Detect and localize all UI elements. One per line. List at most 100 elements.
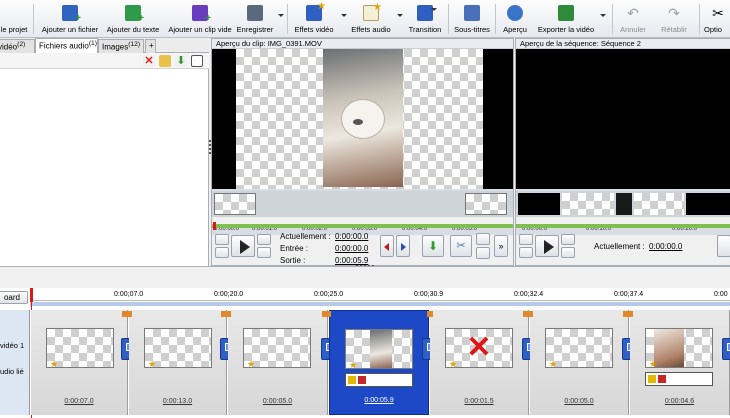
effect-star-icon: ★	[50, 359, 59, 369]
go-end-button[interactable]	[257, 247, 271, 258]
storyboard-button[interactable]: oard	[0, 291, 28, 304]
main-toolbar: le projet + Ajouter un fichier + Ajouter…	[0, 0, 730, 38]
sequence-preview-screen[interactable]	[516, 49, 730, 189]
set-in-point-button[interactable]	[380, 235, 394, 257]
open-folder-icon[interactable]	[159, 55, 171, 67]
list-view-icon[interactable]	[191, 55, 203, 67]
track-headers: vidéo 1 udio lié	[0, 310, 30, 415]
storyboard-label: oard	[3, 293, 20, 302]
add-tab-button[interactable]: +	[145, 39, 156, 53]
audio-effects-dropdown-icon[interactable]	[397, 14, 403, 17]
seq-current-label: Actuellement :	[594, 242, 645, 251]
clip-duration[interactable]: 0:00:05.0	[530, 398, 628, 405]
timeline-clip[interactable]: ★ 0:00:07.0	[31, 310, 128, 415]
clip-filmstrip[interactable]	[212, 191, 513, 217]
options-icon: ✂	[712, 5, 724, 21]
timeline-clip[interactable]: ★ 0:00:04.6	[630, 310, 730, 415]
timeline-ruler-label: 0:00;25.0	[314, 291, 344, 298]
step-back-button[interactable]	[215, 234, 229, 245]
set-out-point-button[interactable]	[396, 235, 410, 257]
seq-step-forward-button[interactable]	[561, 234, 575, 245]
add-to-sequence-button[interactable]: ⬇	[422, 235, 444, 257]
transition-button[interactable]: Transition	[405, 0, 445, 38]
clip-duration[interactable]: 0:00:05.9	[330, 397, 428, 404]
seq-step-back-button[interactable]	[519, 234, 533, 245]
clip-preview-screen[interactable]	[212, 49, 513, 189]
clip-frame-image	[323, 49, 403, 187]
preview-button[interactable]: Aperçu	[498, 0, 532, 38]
options-button[interactable]: ✂ Optio	[704, 0, 730, 38]
download-icon[interactable]: ⬇	[175, 55, 187, 67]
split-button[interactable]: ✂	[450, 235, 472, 257]
timeline-clip-selected[interactable]: ★ 0:00:05.9	[329, 310, 429, 415]
video-effects-icon: ★	[306, 2, 326, 21]
in-point-icon	[384, 243, 389, 251]
delete-icon[interactable]: ✕	[143, 55, 155, 67]
clip-duration[interactable]: 0:00:13.0	[129, 398, 226, 405]
tab-images[interactable]: Images(12)	[98, 39, 144, 53]
record-icon	[247, 5, 263, 21]
in-point-timecode[interactable]: 0:00:00.0	[335, 244, 368, 253]
record-dropdown-icon[interactable]	[278, 14, 284, 17]
export-video-button[interactable]: Exporter la vidéo	[533, 0, 599, 38]
out-point-icon	[401, 243, 406, 251]
timeline-clip[interactable]: ★ 0:00:05.0	[530, 310, 629, 415]
add-blank-clip-button[interactable]: + Ajouter un clip vide	[164, 0, 236, 38]
timeline-clip[interactable]: ✕ ★ 0:00:01.5	[430, 310, 529, 415]
subtitles-button[interactable]: Sous-titres	[451, 0, 493, 38]
audio-effects-button[interactable]: ★ Effets audio	[349, 0, 393, 38]
linked-audio-clip[interactable]	[645, 372, 713, 386]
transition-dropdown-icon[interactable]	[431, 8, 437, 11]
clip-duration[interactable]: 0:00:05.0	[228, 398, 327, 405]
more-controls-button[interactable]: »	[494, 235, 508, 257]
add-text-button[interactable]: + Ajouter du texte	[104, 0, 162, 38]
video-track-label: vidéo 1	[0, 341, 25, 350]
add-blank-clip-icon: +	[192, 5, 211, 24]
seq-go-start-button[interactable]	[519, 247, 533, 258]
tab-video[interactable]: vidéo(2)	[0, 39, 35, 53]
seq-more-button[interactable]	[717, 235, 730, 257]
clip-preview-title: Aperçu du clip: IMG_0391.MOV	[212, 39, 513, 49]
current-label: Actuellement :	[280, 232, 331, 241]
tab-audio-files[interactable]: Fichiers audio(1)	[35, 38, 98, 53]
sequence-filmstrip[interactable]	[516, 191, 730, 217]
seq-go-end-button[interactable]	[561, 247, 575, 258]
splitter-handle[interactable]	[209, 140, 211, 154]
add-file-button[interactable]: + Ajouter un fichier	[37, 0, 103, 38]
audio-mute-icon	[358, 376, 366, 384]
redo-button[interactable]: ↷ Rétablir	[655, 0, 693, 38]
zoom-out-button[interactable]	[476, 247, 490, 259]
timeline-ruler[interactable]: 0:00;07.0 0:00;20.0 0:00;25.0 0:00;30.9 …	[30, 289, 730, 301]
timeline-playhead[interactable]	[30, 288, 33, 302]
play-button[interactable]	[231, 235, 255, 257]
record-button[interactable]: Enregistrer	[235, 0, 275, 38]
video-effects-dropdown-icon[interactable]	[341, 14, 347, 17]
video-effects-button[interactable]: ★ Effets vidéo	[291, 0, 337, 38]
add-text-icon: +	[125, 5, 144, 24]
export-dropdown-icon[interactable]	[600, 14, 606, 17]
linked-audio-clip[interactable]	[345, 373, 413, 387]
tab-images-label: Images	[102, 42, 129, 52]
save-project-button[interactable]: le projet	[0, 0, 32, 38]
seq-play-button[interactable]	[535, 235, 559, 257]
seq-current-timecode[interactable]: 0:00:00.0	[649, 242, 682, 251]
out-point-timecode[interactable]: 0:00:05.9	[335, 256, 368, 265]
timeline-zoom-bar[interactable]	[30, 302, 730, 306]
library-toolbar: ✕ ⬇	[0, 53, 209, 69]
step-forward-button[interactable]	[257, 234, 271, 245]
effect-star-icon: ★	[247, 359, 256, 369]
timeline-clip[interactable]: ★ 0:00:13.0	[129, 310, 227, 415]
media-library-panel: vidéo(2) Fichiers audio(1) Images(12) + …	[0, 38, 209, 266]
clip-duration[interactable]: 0:00:04.6	[630, 398, 729, 405]
zoom-in-button[interactable]	[476, 233, 490, 245]
clip-playhead[interactable]	[213, 222, 216, 230]
go-start-button[interactable]	[215, 247, 229, 258]
transition-icon[interactable]	[722, 338, 730, 360]
timeline-clip[interactable]: ★ 0:00:05.0	[228, 310, 328, 415]
clip-duration[interactable]: 0:00:07.0	[31, 398, 127, 405]
timeline-ruler-label: 0:00;30.9	[414, 291, 444, 298]
undo-button[interactable]: ↶ Annuler	[616, 0, 650, 38]
tab-images-count: (12)	[128, 41, 141, 48]
clip-duration[interactable]: 0:00:01.5	[430, 398, 528, 405]
current-timecode[interactable]: 0:00:00.0	[335, 232, 368, 241]
